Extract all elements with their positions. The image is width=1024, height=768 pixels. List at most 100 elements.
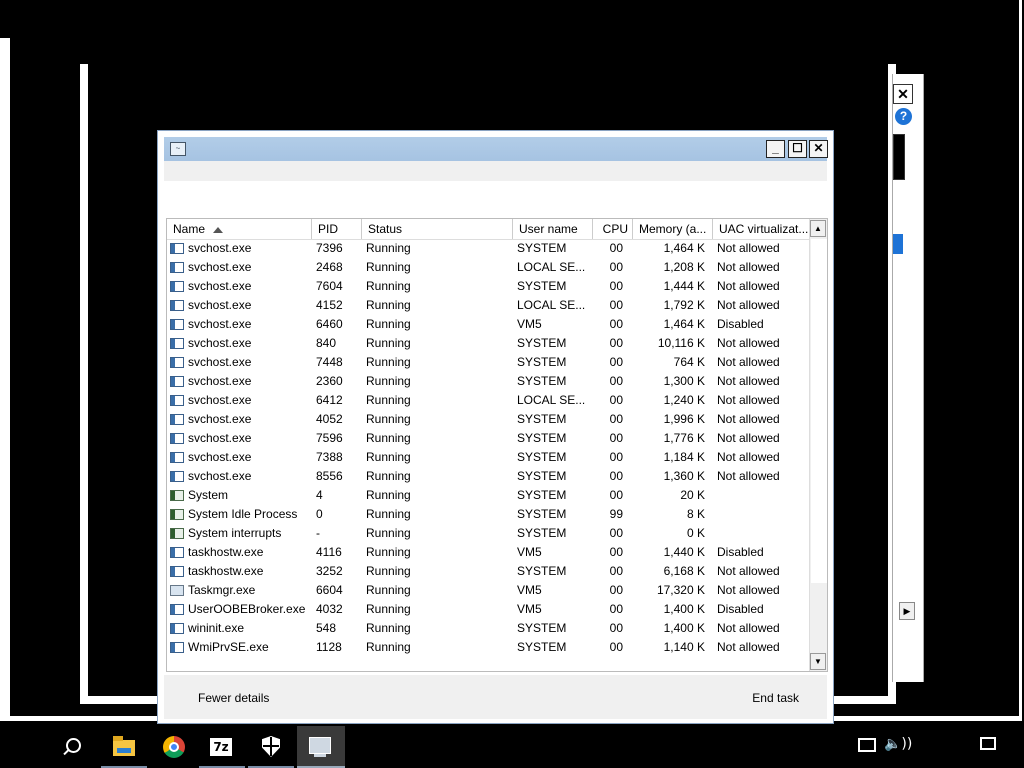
process-icon <box>170 471 184 483</box>
column-header-user[interactable]: User name <box>513 219 593 239</box>
table-row[interactable]: Taskmgr.exe 6604 Running VM5 00 17,320 K Not a… <box>167 581 811 600</box>
process-user: SYSTEM <box>517 621 567 635</box>
task-manager-window: ~ _ ☐ ✕ Name PID Status User name CPU Me… <box>157 130 834 724</box>
table-row[interactable]: wininit.exe 548 Running SYSTEM 00 1,400 K Not … <box>167 619 811 638</box>
table-row[interactable]: UserOOBEBroker.exe 4032 Running VM5 00 1,400 … <box>167 600 811 619</box>
vertical-scrollbar[interactable]: ▲ ▼ <box>809 219 827 671</box>
process-memory: 6,168 K <box>663 564 705 578</box>
end-task-button[interactable]: End task <box>752 691 799 705</box>
process-name: System interrupts <box>170 524 310 543</box>
process-pid: 6604 <box>316 583 343 597</box>
process-user: SYSTEM <box>517 450 567 464</box>
process-cpu: 00 <box>609 640 623 654</box>
process-name: svchost.exe <box>170 410 310 429</box>
column-header-cpu[interactable]: CPU <box>593 219 633 239</box>
process-name: svchost.exe <box>170 296 310 315</box>
process-memory: 8 K <box>686 507 705 521</box>
table-row[interactable]: svchost.exe 840 Running SYSTEM 00 10,116 K Not… <box>167 334 811 353</box>
fewer-details-button[interactable]: Fewer details <box>198 691 269 705</box>
process-pid: 4032 <box>316 602 343 616</box>
volume-icon[interactable]: 🔈)) <box>884 736 912 752</box>
table-row[interactable]: svchost.exe 6460 Running VM5 00 1,464 K Disabl… <box>167 315 811 334</box>
column-header-status[interactable]: Status <box>362 219 513 239</box>
process-cpu: 00 <box>609 469 623 483</box>
background-close-button[interactable]: ✕ <box>893 84 913 104</box>
process-icon <box>170 604 184 616</box>
process-uac: Not allowed <box>717 621 780 635</box>
background-dialog-field <box>893 134 905 180</box>
search-icon[interactable] <box>50 726 96 768</box>
process-user: VM5 <box>517 583 542 597</box>
process-pid: 4152 <box>316 298 343 312</box>
process-status: Running <box>366 545 411 559</box>
table-row[interactable]: svchost.exe 4152 Running LOCAL SE... 00 1,792… <box>167 296 811 315</box>
scroll-down-icon[interactable]: ▼ <box>810 653 826 670</box>
process-cpu: 00 <box>609 393 623 407</box>
security-shield-icon[interactable] <box>248 726 294 768</box>
task-manager-taskbar-icon[interactable] <box>297 726 345 768</box>
process-user: SYSTEM <box>517 469 567 483</box>
table-row[interactable]: svchost.exe 7396 Running SYSTEM 00 1,464 K Not… <box>167 239 811 258</box>
process-memory: 1,140 K <box>663 640 705 654</box>
maximize-button[interactable]: ☐ <box>788 140 807 158</box>
column-header-pid[interactable]: PID <box>312 219 362 239</box>
table-row[interactable]: svchost.exe 4052 Running SYSTEM 00 1,996 K Not… <box>167 410 811 429</box>
table-row[interactable]: svchost.exe 7388 Running SYSTEM 00 1,184 K Not… <box>167 448 811 467</box>
process-icon <box>170 509 184 521</box>
process-uac: Not allowed <box>717 279 780 293</box>
table-row[interactable]: svchost.exe 7448 Running SYSTEM 00 764 K Not a… <box>167 353 811 372</box>
notifications-icon[interactable] <box>980 737 996 750</box>
process-status: Running <box>366 317 411 331</box>
column-header-uac[interactable]: UAC virtualizat... <box>713 219 811 239</box>
file-explorer-icon[interactable] <box>101 726 147 768</box>
process-cpu: 00 <box>609 545 623 559</box>
table-row[interactable]: System 4 Running SYSTEM 00 20 K <box>167 486 811 505</box>
table-row[interactable]: svchost.exe 2468 Running LOCAL SE... 00 1,208… <box>167 258 811 277</box>
process-status: Running <box>366 298 411 312</box>
table-row[interactable]: svchost.exe 7604 Running SYSTEM 00 1,444 K Not… <box>167 277 811 296</box>
process-memory: 0 K <box>686 526 705 540</box>
table-row[interactable]: System interrupts - Running SYSTEM 00 0 K <box>167 524 811 543</box>
network-icon[interactable] <box>858 738 876 752</box>
scroll-thumb[interactable] <box>811 239 827 583</box>
close-button[interactable]: ✕ <box>809 140 828 158</box>
chrome-icon[interactable] <box>151 726 197 768</box>
help-icon[interactable]: ? <box>895 108 912 125</box>
process-list[interactable]: Name PID Status User name CPU Memory (a.… <box>166 218 828 672</box>
table-row[interactable]: svchost.exe 8556 Running SYSTEM 00 1,360 K Not… <box>167 467 811 486</box>
column-header-name[interactable]: Name <box>167 219 312 239</box>
table-row[interactable]: svchost.exe 7596 Running SYSTEM 00 1,776 K Not… <box>167 429 811 448</box>
process-status: Running <box>366 526 411 540</box>
process-cpu: 00 <box>609 355 623 369</box>
scroll-right-button[interactable]: ▶ <box>899 602 915 620</box>
table-row[interactable]: svchost.exe 2360 Running SYSTEM 00 1,300 K Not… <box>167 372 811 391</box>
process-memory: 17,320 K <box>656 583 705 597</box>
process-user: SYSTEM <box>517 279 567 293</box>
process-icon <box>170 281 184 293</box>
process-uac: Not allowed <box>717 298 780 312</box>
process-pid: 7596 <box>316 431 343 445</box>
process-icon <box>170 357 184 369</box>
process-icon <box>170 243 184 255</box>
table-row[interactable]: svchost.exe 6412 Running LOCAL SE... 00 1,240… <box>167 391 811 410</box>
process-status: Running <box>366 488 411 502</box>
process-pid: 7448 <box>316 355 343 369</box>
7zip-icon[interactable]: 7z <box>199 726 245 768</box>
scroll-up-icon[interactable]: ▲ <box>810 220 826 237</box>
process-status: Running <box>366 279 411 293</box>
table-row[interactable]: taskhostw.exe 3252 Running SYSTEM 00 6,168 K N… <box>167 562 811 581</box>
process-pid: 8556 <box>316 469 343 483</box>
process-name: svchost.exe <box>170 391 310 410</box>
process-user: SYSTEM <box>517 640 567 654</box>
process-icon <box>170 547 184 559</box>
minimize-button[interactable]: _ <box>766 140 785 158</box>
title-bar[interactable]: ~ _ ☐ ✕ <box>164 137 828 161</box>
process-status: Running <box>366 564 411 578</box>
process-cpu: 00 <box>609 488 623 502</box>
table-row[interactable]: WmiPrvSE.exe 1128 Running SYSTEM 00 1,140 K No… <box>167 638 811 657</box>
process-status: Running <box>366 393 411 407</box>
table-row[interactable]: taskhostw.exe 4116 Running VM5 00 1,440 K Disa… <box>167 543 811 562</box>
column-header-memory[interactable]: Memory (a... <box>633 219 713 239</box>
table-row[interactable]: System Idle Process 0 Running SYSTEM 99 8 K <box>167 505 811 524</box>
process-uac <box>717 486 811 505</box>
